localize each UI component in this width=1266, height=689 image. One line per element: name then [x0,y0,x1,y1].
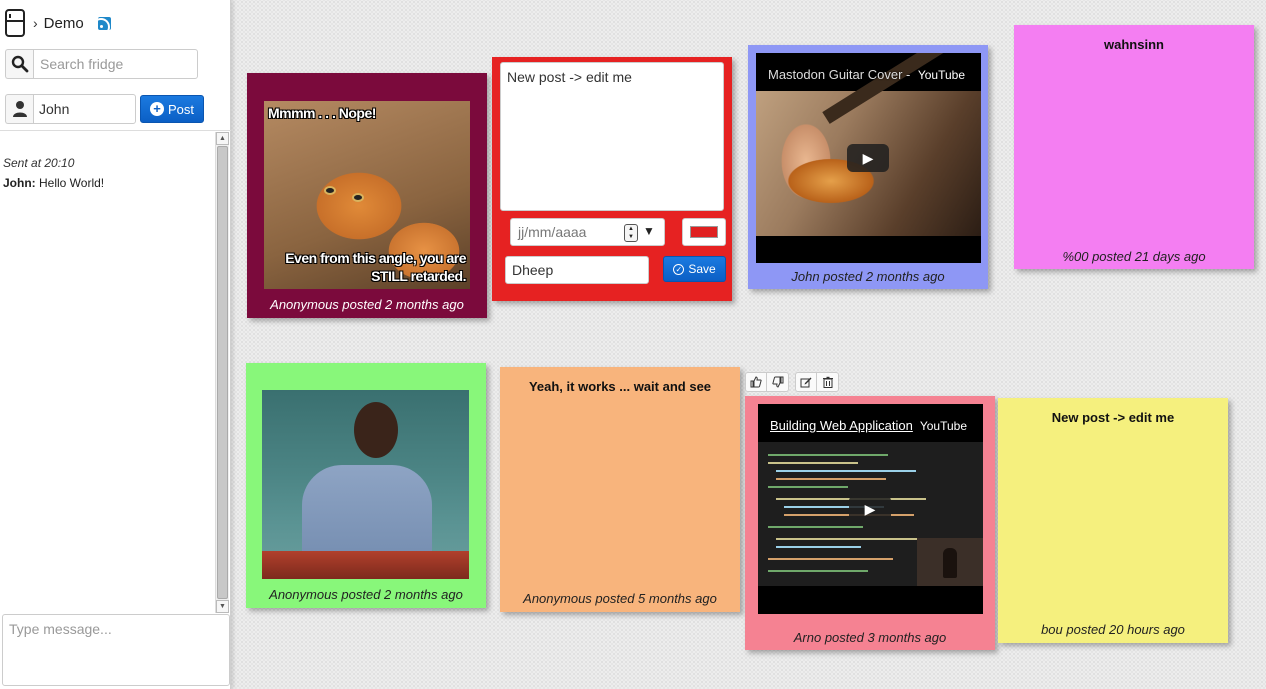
search-input[interactable] [33,49,198,79]
color-swatch [690,226,718,238]
fridge-icon[interactable] [5,9,25,37]
dropdown-arrow-icon[interactable]: ▼ [643,224,655,238]
note-title: Yeah, it works ... wait and see [528,379,712,394]
rss-icon[interactable] [97,16,111,30]
post-button-label: Post [167,101,194,117]
username-input[interactable] [33,94,136,124]
chat-text: Hello World! [35,176,105,190]
video-title[interactable]: Building Web Application [770,418,913,433]
user-row: + Post [5,94,204,124]
note-footer: Anonymous posted 5 months ago [523,591,717,606]
date-input[interactable]: jj/mm/aaaa ▲ ▼ ▼ [510,218,665,246]
chat-username: John: [3,176,36,190]
meme-top-text: Mmmm . . . Nope! [268,105,376,121]
note-new-post[interactable]: New post -> edit me bou posted 20 hours … [998,398,1228,643]
note-man-photo[interactable]: Anonymous posted 2 months ago [246,363,486,608]
edit-group [795,372,839,392]
note-footer: Arno posted 3 months ago [793,630,947,645]
user-icon [5,94,33,124]
meme-bottom-text: Even from this angle, you are STILL reta… [285,250,466,284]
note-editor[interactable]: New post -> edit me jj/mm/aaaa ▲▼ ▼ ✓ Sa… [492,57,732,301]
note-toolbar [745,372,845,392]
chat-scrollbar[interactable]: ▲ ▼ [215,132,229,613]
play-icon[interactable]: ▶ [849,495,891,523]
date-placeholder: jj/mm/aaaa [518,224,587,240]
plus-circle-icon: + [149,102,164,116]
note-footer: %00 posted 21 days ago [1062,249,1206,264]
save-button[interactable]: ✓ Save [663,256,726,282]
post-button[interactable]: + Post [140,95,204,123]
vote-group [745,372,789,392]
note-wahnsinn[interactable]: wahnsinn %00 posted 21 days ago [1014,25,1254,269]
chat-timestamp: Sent at 20:10 [3,156,75,170]
chevron-right-icon: › [33,15,38,31]
board-name[interactable]: Demo [44,15,84,32]
chat-log: Sent at 20:10 John: Hello World! [3,153,211,193]
note-footer: John posted 2 months ago [791,269,945,284]
cat-meme-image: Mmmm . . . Nope! Even from this angle, y… [264,101,470,289]
scroll-thumb[interactable] [217,146,228,599]
note-works[interactable]: Yeah, it works ... wait and see Anonymou… [500,367,740,612]
note-webapp-video[interactable]: Building Web Application YouTube ▶ Arno … [745,396,995,650]
sidebar: › Demo + Post Sent at 20:10 John: Hello … [0,0,231,689]
search-bar [5,49,198,79]
scroll-up-arrow-icon[interactable]: ▲ [216,132,229,145]
thumbs-up-icon[interactable] [745,372,767,392]
play-icon[interactable]: ▶ [847,144,889,172]
author-input[interactable] [505,256,649,284]
brand: › Demo [5,9,111,37]
video-title[interactable]: Mastodon Guitar Cover - [768,67,910,82]
note-text-editor[interactable]: New post -> edit me [500,62,724,211]
note-guitar-video[interactable]: Mastodon Guitar Cover - YouTube ▶ John p… [748,45,988,289]
check-circle-icon: ✓ [673,263,685,275]
scroll-down-arrow-icon[interactable]: ▼ [216,600,229,613]
search-icon[interactable] [5,49,33,79]
save-button-label: Save [688,262,716,276]
message-input[interactable] [2,614,230,686]
note-footer: Anonymous posted 2 months ago [270,297,464,312]
color-picker[interactable] [682,218,726,246]
spinner-icon[interactable]: ▲ ▼ [624,224,638,242]
note-title: wahnsinn [1104,37,1164,52]
photo-image [262,390,469,579]
note-cat-meme[interactable]: Mmmm . . . Nope! Even from this angle, y… [247,73,487,318]
divider [0,130,231,131]
note-footer: bou posted 20 hours ago [1041,622,1185,637]
youtube-logo[interactable]: YouTube [920,419,967,433]
trash-icon[interactable] [817,372,839,392]
edit-icon[interactable] [795,372,817,392]
youtube-embed[interactable]: Building Web Application YouTube ▶ [758,404,983,614]
thumbs-down-icon[interactable] [767,372,789,392]
chat-message: John: Hello World! [3,173,211,193]
note-footer: Anonymous posted 2 months ago [269,587,463,602]
note-title: New post -> edit me [1051,410,1175,425]
youtube-logo[interactable]: YouTube [918,68,965,82]
youtube-embed[interactable]: Mastodon Guitar Cover - YouTube ▶ [756,53,981,263]
